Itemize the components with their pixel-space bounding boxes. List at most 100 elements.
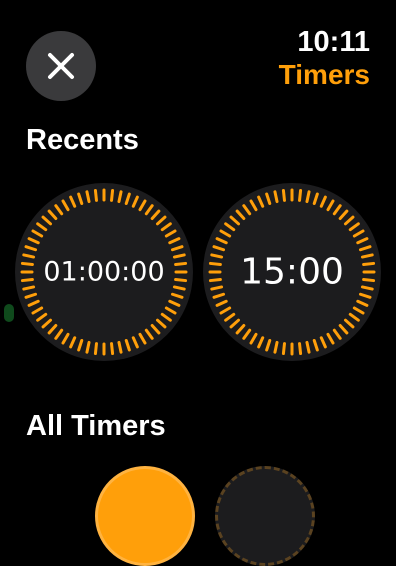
dial-tick (110, 342, 115, 356)
dial-tick (344, 318, 355, 329)
dial-tick (144, 328, 154, 340)
dial-tick (150, 209, 161, 220)
status-time: 10:11 (297, 26, 370, 58)
dial-tick (326, 332, 335, 345)
dial-tick (150, 324, 161, 335)
dial-tick (332, 328, 342, 340)
dial-tick (356, 237, 369, 245)
dial-tick (110, 188, 115, 202)
dial-tick (124, 338, 131, 352)
app-title: Timers (278, 59, 370, 90)
dial-tick (41, 215, 52, 226)
dial-tick (352, 229, 365, 238)
dial-tick (312, 192, 319, 206)
dial-tick (36, 312, 48, 322)
all-timers-heading: All Timers (26, 410, 166, 442)
recent-timer-1[interactable]: 01:00:00 (15, 183, 193, 361)
dial-tick (215, 237, 228, 245)
dial-tick (93, 188, 98, 202)
dial-tick (265, 192, 272, 206)
dial-tick (224, 222, 236, 232)
dial-tick (352, 306, 365, 315)
dial-tick (144, 204, 154, 216)
dial-tick (235, 324, 246, 335)
dial-tick (77, 192, 84, 206)
dial-tick (358, 292, 372, 299)
dial-tick (47, 209, 58, 220)
dial-tick (348, 222, 360, 232)
dial-tick (170, 245, 184, 252)
dial-tick (54, 204, 64, 216)
dial-tick (319, 195, 327, 208)
timer-label: 15:00 (240, 251, 344, 293)
dial-tick (61, 332, 70, 345)
dial-tick (131, 336, 139, 349)
dial-tick (332, 204, 342, 216)
status-bar: 10:11 Timers (279, 26, 370, 92)
timer-preset-button[interactable] (95, 466, 195, 566)
dial-tick (164, 229, 177, 238)
dial-tick (319, 336, 327, 349)
dial-tick (41, 318, 52, 329)
dial-tick (312, 338, 319, 352)
dial-tick (235, 209, 246, 220)
dial-tick (212, 245, 226, 252)
dial-tick (24, 245, 38, 252)
dial-tick (61, 199, 70, 212)
dial-tick (85, 190, 91, 204)
dial-tick (77, 338, 84, 352)
page-indicator (4, 304, 14, 322)
dial-tick (160, 222, 172, 232)
dial-tick (229, 215, 240, 226)
dial-tick (348, 312, 360, 322)
dial-tick (31, 306, 44, 315)
dial-tick (219, 229, 232, 238)
dial-tick (36, 222, 48, 232)
dial-tick (69, 336, 77, 349)
dial-tick (338, 209, 349, 220)
dial-tick (138, 199, 147, 212)
dial-tick (156, 215, 167, 226)
dial-tick (168, 237, 181, 245)
dial-tick (215, 299, 228, 307)
dial-tick (160, 312, 172, 322)
dial-tick (168, 299, 181, 307)
dial-tick (326, 199, 335, 212)
dial-tick (242, 204, 252, 216)
dial-tick (305, 340, 311, 354)
dial-tick (224, 312, 236, 322)
dial-tick (257, 195, 265, 208)
dial-tick (212, 292, 226, 299)
dial-tick (298, 342, 303, 356)
timer-preset-button[interactable] (215, 466, 315, 566)
dial-tick (170, 292, 184, 299)
dial-tick (117, 340, 123, 354)
dial-tick (131, 195, 139, 208)
dial-tick (265, 338, 272, 352)
dial-tick (338, 324, 349, 335)
dial-tick (24, 292, 38, 299)
recents-heading: Recents (26, 124, 139, 156)
dial-tick (249, 332, 258, 345)
dial-tick (27, 299, 40, 307)
dial-tick (242, 328, 252, 340)
recent-timer-2[interactable]: 15:00 (203, 183, 381, 361)
dial-tick (356, 299, 369, 307)
dial-tick (156, 318, 167, 329)
dial-tick (249, 199, 258, 212)
dial-tick (344, 215, 355, 226)
dial-tick (31, 229, 44, 238)
dial-tick (93, 342, 98, 356)
dial-tick (138, 332, 147, 345)
dial-tick (273, 340, 279, 354)
dial-tick (257, 336, 265, 349)
dial-tick (358, 245, 372, 252)
dial-tick (124, 192, 131, 206)
dial-tick (281, 188, 286, 202)
dial-tick (27, 237, 40, 245)
dial-tick (69, 195, 77, 208)
dial-tick (164, 306, 177, 315)
close-button[interactable] (26, 31, 96, 101)
dial-tick (229, 318, 240, 329)
dial-tick (47, 324, 58, 335)
